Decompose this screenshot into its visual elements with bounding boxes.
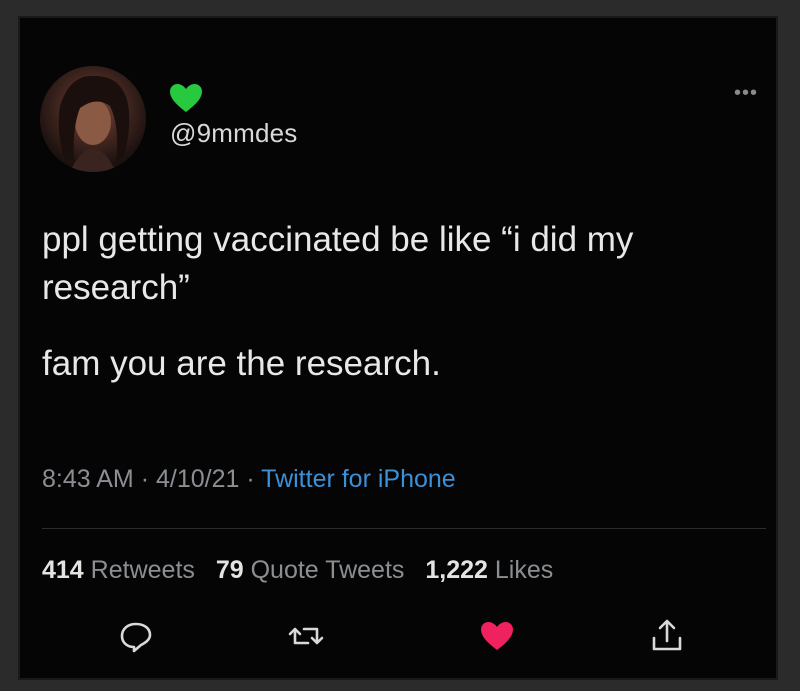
tweet-text: ppl getting vaccinated be like “i did my…: [42, 216, 762, 416]
likes-label: Likes: [494, 556, 554, 584]
retweets-stat[interactable]: 414 Retweets: [42, 556, 202, 584]
more-options-icon[interactable]: •••: [734, 82, 758, 105]
meta-separator: ·: [246, 465, 255, 493]
tweet-actions: [20, 616, 776, 656]
tweet-paragraph: fam you are the research.: [42, 344, 441, 383]
reply-icon[interactable]: [116, 616, 156, 656]
retweet-icon[interactable]: [286, 616, 326, 656]
tweet-paragraph: ppl getting vaccinated be like “i did my…: [42, 220, 634, 307]
likes-stat[interactable]: 1,222 Likes: [425, 556, 553, 584]
retweets-count: 414: [42, 556, 84, 584]
divider: [42, 528, 766, 529]
meta-separator: ·: [140, 465, 150, 493]
tweet-time[interactable]: 8:43 AM: [42, 465, 134, 493]
like-icon[interactable]: [477, 616, 517, 656]
share-icon[interactable]: [647, 616, 687, 656]
retweets-label: Retweets: [90, 556, 195, 584]
likes-count: 1,222: [425, 556, 488, 584]
avatar[interactable]: [40, 66, 146, 172]
tweet-stats: 414 Retweets 79 Quote Tweets 1,222 Likes: [42, 556, 567, 585]
user-handle[interactable]: @9mmdes: [170, 118, 298, 149]
tweet-source-link[interactable]: Twitter for iPhone: [261, 465, 456, 493]
tweet-date[interactable]: 4/10/21: [156, 465, 239, 493]
tweet-meta: 8:43 AM · 4/10/21 · Twitter for iPhone: [42, 465, 456, 494]
green-heart-icon: [168, 82, 204, 114]
quote-tweets-count: 79: [215, 556, 244, 584]
quote-tweets-stat[interactable]: 79 Quote Tweets: [216, 556, 412, 584]
quote-tweets-label: Quote Tweets: [250, 556, 405, 584]
tweet-card: @9mmdes ••• ppl getting vaccinated be li…: [20, 18, 776, 678]
